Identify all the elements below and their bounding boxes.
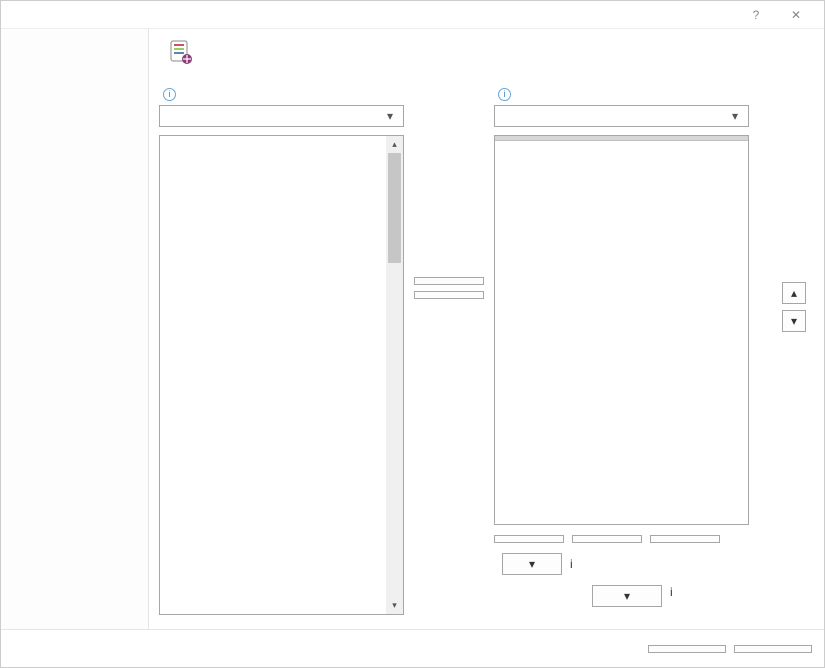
new-tab-button[interactable] xyxy=(494,535,564,543)
scroll-thumb[interactable] xyxy=(388,153,401,263)
info-icon[interactable]: i xyxy=(498,88,511,101)
titlebar: ? ✕ xyxy=(1,1,824,29)
help-button[interactable]: ? xyxy=(736,8,776,22)
new-group-button[interactable] xyxy=(572,535,642,543)
sidebar xyxy=(1,29,149,629)
remove-button[interactable] xyxy=(414,291,484,299)
ok-button[interactable] xyxy=(648,645,726,653)
main-panel: i ▾ ▴ ▾ xyxy=(149,29,824,629)
move-up-button[interactable]: ▴ xyxy=(782,282,806,304)
chevron-down-icon: ▾ xyxy=(726,109,744,123)
import-export-button[interactable]: ▾ xyxy=(592,585,662,607)
ribbon-tree[interactable] xyxy=(494,135,749,525)
move-down-button[interactable]: ▾ xyxy=(782,310,806,332)
scrollbar[interactable]: ▴ ▾ xyxy=(386,136,403,614)
chevron-down-icon: ▾ xyxy=(381,109,399,123)
rename-button[interactable] xyxy=(650,535,720,543)
customize-ribbon-icon xyxy=(167,39,195,67)
commands-listbox[interactable]: ▴ ▾ xyxy=(159,135,404,615)
dialog-footer xyxy=(1,629,824,667)
scroll-up-icon[interactable]: ▴ xyxy=(386,136,403,153)
choose-commands-combo[interactable]: ▾ xyxy=(159,105,404,127)
tree-header xyxy=(495,136,748,141)
scroll-down-icon[interactable]: ▾ xyxy=(386,597,403,614)
info-icon[interactable]: i xyxy=(163,88,176,101)
info-icon[interactable]: i xyxy=(670,585,673,607)
customize-ribbon-combo[interactable]: ▾ xyxy=(494,105,749,127)
info-icon[interactable]: i xyxy=(570,557,573,571)
close-button[interactable]: ✕ xyxy=(776,8,816,22)
reset-button[interactable]: ▾ xyxy=(502,553,562,575)
excel-options-dialog: ? ✕ i ▾ xyxy=(0,0,825,668)
cancel-button[interactable] xyxy=(734,645,812,653)
add-button[interactable] xyxy=(414,277,484,285)
